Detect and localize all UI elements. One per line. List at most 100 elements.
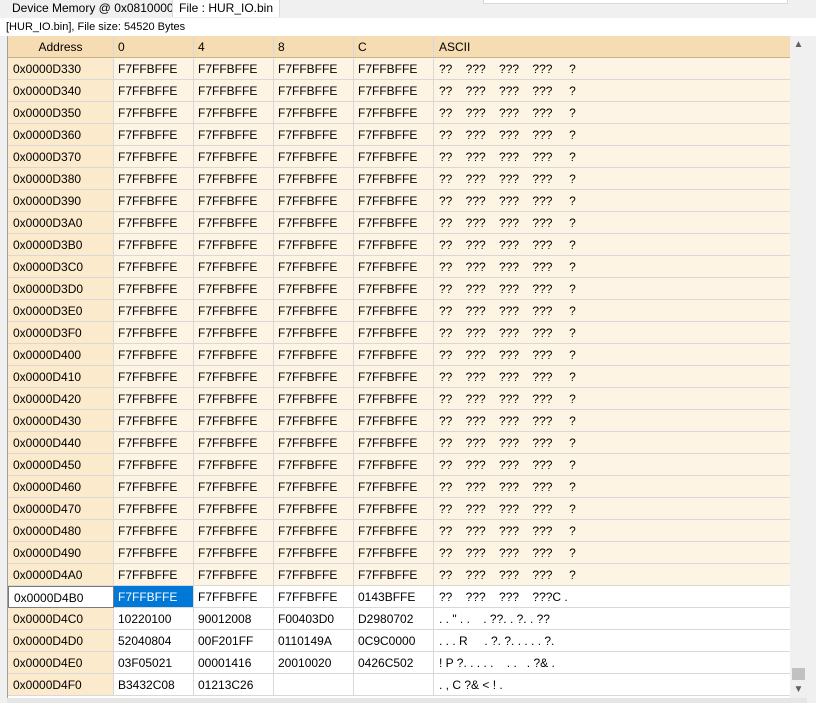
hex-cell-4[interactable]: F7FFBFFE	[194, 234, 274, 256]
tab-device-memory[interactable]: Device Memory @ 0x08100000 :	[6, 0, 193, 17]
table-row[interactable]: 0x0000D370 F7FFBFFE F7FFBFFE F7FFBFFE F7FFBF…	[8, 146, 791, 168]
hex-cell-4[interactable]: F7FFBFFE	[194, 498, 274, 520]
hex-cell-0[interactable]: F7FFBFFE	[114, 58, 194, 80]
table-row[interactable]: 0x0000D3C0 F7FFBFFE F7FFBFFE F7FFBFFE F7FFBF…	[8, 256, 791, 278]
address-cell[interactable]: 0x0000D4B0	[8, 586, 114, 608]
hex-cell-c[interactable]	[354, 674, 434, 696]
hex-cell-8[interactable]: F7FFBFFE	[274, 168, 354, 190]
table-row[interactable]: 0x0000D470 F7FFBFFE F7FFBFFE F7FFBFFE F7FFBF…	[8, 498, 791, 520]
table-row[interactable]: 0x0000D400 F7FFBFFE F7FFBFFE F7FFBFFE F7FFBF…	[8, 344, 791, 366]
hex-cell-0[interactable]: F7FFBFFE	[114, 498, 194, 520]
hex-cell-4[interactable]: F7FFBFFE	[194, 80, 274, 102]
hex-cell-c[interactable]: F7FFBFFE	[354, 476, 434, 498]
hex-cell-c[interactable]: 0C9C0000	[354, 630, 434, 652]
hex-cell-8[interactable]: F7FFBFFE	[274, 388, 354, 410]
address-cell[interactable]: 0x0000D360	[8, 124, 114, 146]
hex-cell-0[interactable]: 03F05021	[114, 652, 194, 674]
ascii-cell[interactable]: ?? ??? ??? ??? ?	[434, 212, 791, 234]
hex-cell-0[interactable]: F7FFBFFE	[114, 80, 194, 102]
table-row[interactable]: 0x0000D340 F7FFBFFE F7FFBFFE F7FFBFFE F7FFBF…	[8, 80, 791, 102]
hex-cell-8[interactable]: F7FFBFFE	[274, 586, 354, 608]
ascii-cell[interactable]: ?? ??? ??? ??? ?	[434, 366, 791, 388]
hex-cell-0[interactable]: B3432C08	[114, 674, 194, 696]
address-cell[interactable]: 0x0000D490	[8, 542, 114, 564]
hex-cell-4[interactable]: F7FFBFFE	[194, 344, 274, 366]
address-cell[interactable]: 0x0000D4C0	[8, 608, 114, 630]
hex-cell-c[interactable]: F7FFBFFE	[354, 564, 434, 586]
ascii-cell[interactable]: ?? ??? ??? ??? ?	[434, 564, 791, 586]
hex-cell-8[interactable]: F00403D0	[274, 608, 354, 630]
table-row[interactable]: 0x0000D4E0 03F05021 00001416 20010020 0426C5…	[8, 652, 791, 674]
ascii-cell[interactable]: ?? ??? ??? ??? ?	[434, 58, 791, 80]
ascii-cell[interactable]: ?? ??? ??? ??? ?	[434, 476, 791, 498]
hex-cell-0[interactable]: F7FFBFFE	[114, 454, 194, 476]
table-row[interactable]: 0x0000D3E0 F7FFBFFE F7FFBFFE F7FFBFFE F7FFBF…	[8, 300, 791, 322]
hex-cell-4[interactable]: F7FFBFFE	[194, 124, 274, 146]
hex-cell-0[interactable]: F7FFBFFE	[114, 124, 194, 146]
hex-cell-8[interactable]: F7FFBFFE	[274, 564, 354, 586]
hex-cell-8[interactable]: F7FFBFFE	[274, 432, 354, 454]
hex-cell-8[interactable]: F7FFBFFE	[274, 454, 354, 476]
hex-cell-4[interactable]: F7FFBFFE	[194, 256, 274, 278]
hex-cell-c[interactable]: 0426C502	[354, 652, 434, 674]
table-row[interactable]: 0x0000D390 F7FFBFFE F7FFBFFE F7FFBFFE F7FFBF…	[8, 190, 791, 212]
hex-cell-0[interactable]: F7FFBFFE	[114, 432, 194, 454]
memory-grid[interactable]: Address 0 4 8 C ASCII 0x0000D330 F7FFBFFE…	[7, 36, 791, 698]
ascii-cell[interactable]: ?? ??? ??? ??? ?	[434, 146, 791, 168]
hex-cell-4[interactable]: F7FFBFFE	[194, 542, 274, 564]
scroll-thumb[interactable]	[792, 668, 805, 680]
hex-cell-4[interactable]: F7FFBFFE	[194, 102, 274, 124]
hex-cell-c[interactable]: F7FFBFFE	[354, 58, 434, 80]
hex-cell-c[interactable]: F7FFBFFE	[354, 102, 434, 124]
hex-cell-c[interactable]: F7FFBFFE	[354, 212, 434, 234]
table-row[interactable]: 0x0000D430 F7FFBFFE F7FFBFFE F7FFBFFE F7FFBF…	[8, 410, 791, 432]
hex-cell-c[interactable]: F7FFBFFE	[354, 146, 434, 168]
address-cell[interactable]: 0x0000D4F0	[8, 674, 114, 696]
hex-cell-0[interactable]: F7FFBFFE	[114, 586, 194, 608]
hex-cell-8[interactable]: F7FFBFFE	[274, 476, 354, 498]
hex-cell-4[interactable]: F7FFBFFE	[194, 190, 274, 212]
hex-cell-4[interactable]: F7FFBFFE	[194, 168, 274, 190]
hex-cell-8[interactable]: F7FFBFFE	[274, 190, 354, 212]
hex-cell-0[interactable]: F7FFBFFE	[114, 102, 194, 124]
table-row[interactable]: 0x0000D480 F7FFBFFE F7FFBFFE F7FFBFFE F7FFBF…	[8, 520, 791, 542]
hex-cell-4[interactable]: 00F201FF	[194, 630, 274, 652]
hex-cell-4[interactable]: F7FFBFFE	[194, 58, 274, 80]
hex-cell-0[interactable]: 10220100	[114, 608, 194, 630]
address-cell[interactable]: 0x0000D380	[8, 168, 114, 190]
vertical-scrollbar[interactable]: ▲ ▼	[790, 36, 807, 698]
ascii-cell[interactable]: . . . R . ?. ?. . . . . ?.	[434, 630, 791, 652]
hex-cell-4[interactable]: 01213C26	[194, 674, 274, 696]
ascii-cell[interactable]: ?? ??? ??? ??? ?	[434, 454, 791, 476]
hex-cell-8[interactable]: 0110149A	[274, 630, 354, 652]
ascii-cell[interactable]: ?? ??? ??? ??? ?	[434, 542, 791, 564]
address-cell[interactable]: 0x0000D330	[8, 58, 114, 80]
table-row[interactable]: 0x0000D3A0 F7FFBFFE F7FFBFFE F7FFBFFE F7FFBF…	[8, 212, 791, 234]
hex-cell-c[interactable]: F7FFBFFE	[354, 388, 434, 410]
hex-cell-c[interactable]: F7FFBFFE	[354, 124, 434, 146]
hex-cell-c[interactable]: F7FFBFFE	[354, 542, 434, 564]
address-cell[interactable]: 0x0000D400	[8, 344, 114, 366]
address-cell[interactable]: 0x0000D450	[8, 454, 114, 476]
hex-cell-4[interactable]: F7FFBFFE	[194, 388, 274, 410]
hex-cell-4[interactable]: F7FFBFFE	[194, 476, 274, 498]
table-row[interactable]: 0x0000D4F0 B3432C08 01213C26 . , C ?& < ! .	[8, 674, 791, 696]
column-header-ascii[interactable]: ASCII	[434, 36, 791, 58]
hex-cell-4[interactable]: F7FFBFFE	[194, 212, 274, 234]
hex-cell-c[interactable]: F7FFBFFE	[354, 520, 434, 542]
hex-cell-0[interactable]: F7FFBFFE	[114, 300, 194, 322]
hex-cell-4[interactable]: F7FFBFFE	[194, 520, 274, 542]
horizontal-scrollbar[interactable]	[7, 698, 807, 703]
hex-cell-8[interactable]: F7FFBFFE	[274, 300, 354, 322]
hex-cell-8[interactable]: F7FFBFFE	[274, 212, 354, 234]
ascii-cell[interactable]: ?? ??? ??? ??? ?	[434, 322, 791, 344]
hex-cell-0[interactable]: F7FFBFFE	[114, 476, 194, 498]
ascii-cell[interactable]: ?? ??? ??? ??? ?	[434, 498, 791, 520]
table-row[interactable]: 0x0000D360 F7FFBFFE F7FFBFFE F7FFBFFE F7FFBF…	[8, 124, 791, 146]
hex-cell-c[interactable]: F7FFBFFE	[354, 454, 434, 476]
address-cell[interactable]: 0x0000D3E0	[8, 300, 114, 322]
hex-cell-4[interactable]: F7FFBFFE	[194, 322, 274, 344]
hex-cell-0[interactable]: F7FFBFFE	[114, 168, 194, 190]
hex-cell-c[interactable]: F7FFBFFE	[354, 234, 434, 256]
hex-cell-0[interactable]: F7FFBFFE	[114, 278, 194, 300]
